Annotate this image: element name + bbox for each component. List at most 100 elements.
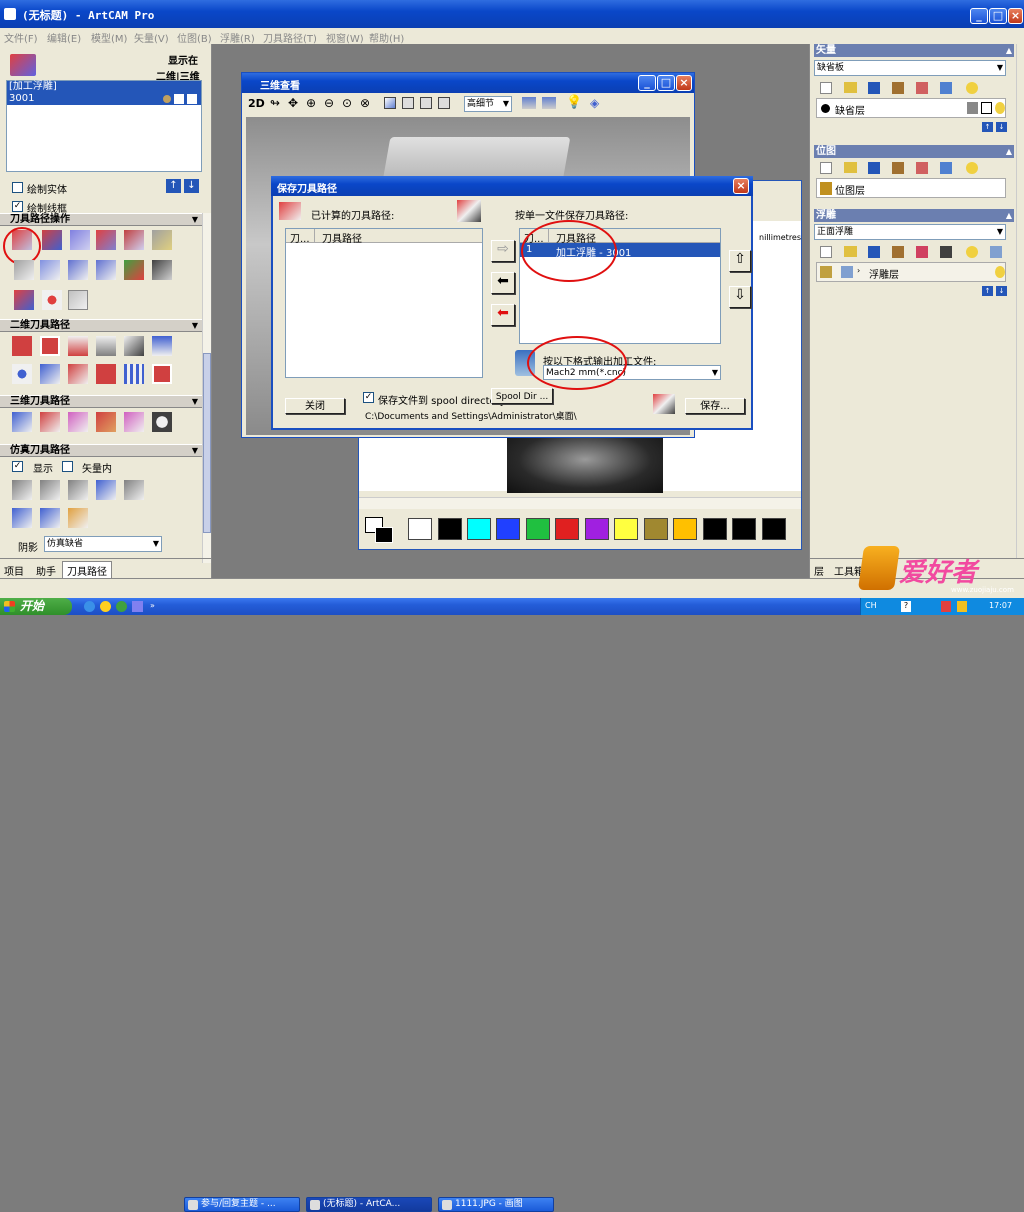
merge-layer-icon[interactable] <box>916 82 928 94</box>
toolpath-list-icon[interactable] <box>152 230 172 250</box>
machine-relief-icon[interactable] <box>12 412 32 432</box>
new-relief-icon[interactable] <box>820 246 832 258</box>
transform-toolpath-icon[interactable] <box>124 230 144 250</box>
visibility-icon[interactable] <box>981 102 992 114</box>
open-bitmap-icon[interactable] <box>844 162 857 173</box>
zoom-out-icon[interactable]: ⊖ <box>324 96 334 110</box>
rest-machining-icon[interactable] <box>68 412 88 432</box>
vbit-carve-icon[interactable] <box>96 336 116 356</box>
light-bulb-icon[interactable] <box>995 102 1005 114</box>
spiral-icon[interactable] <box>12 364 32 384</box>
view3d-minimize-button[interactable]: _ <box>638 75 656 91</box>
rotary-icon[interactable] <box>152 260 172 280</box>
move-down-arrow-button[interactable]: ⇩ <box>729 286 751 308</box>
zlevel-roughing-icon[interactable] <box>40 412 60 432</box>
relief-settings-icon[interactable] <box>990 246 1002 258</box>
move-down-button[interactable]: ↓ <box>184 179 199 193</box>
open-relief-icon[interactable] <box>844 246 857 257</box>
calc-toolpath-list[interactable]: 刀... 刀具路径 <box>285 228 483 378</box>
block-copy-icon[interactable] <box>96 260 116 280</box>
spool-checkbox[interactable]: ✓ <box>363 392 374 403</box>
front-view-icon[interactable] <box>420 97 432 109</box>
left-scrollbar[interactable] <box>202 213 211 563</box>
menu-model[interactable]: 模型(M) <box>91 30 127 45</box>
taskbar-item-paint[interactable]: 1111.JPG - 画图 <box>438 1197 554 1212</box>
fg-bg-color-selector[interactable] <box>365 517 395 545</box>
expand-arrow-icon[interactable]: › <box>857 266 860 275</box>
light-bulb-icon[interactable] <box>995 266 1005 278</box>
block-edit-icon[interactable] <box>68 260 88 280</box>
light-bulb-icon[interactable] <box>966 162 978 174</box>
relief-mode-icon[interactable] <box>841 266 853 278</box>
copy-layer-icon[interactable] <box>892 82 904 94</box>
toolpath-wrap-icon[interactable] <box>124 260 144 280</box>
palette-swatch-8[interactable] <box>614 518 638 540</box>
relief-down-button[interactable]: ↓ <box>996 286 1007 296</box>
view3d-close-button[interactable]: × <box>676 75 692 91</box>
material-setup-icon[interactable] <box>14 260 34 280</box>
engrave-icon[interactable] <box>124 336 144 356</box>
taskbar-item-forum[interactable]: 参与/回复主题 - ... <box>184 1197 300 1212</box>
view-2d-button[interactable]: 2D <box>248 97 265 110</box>
drill-icon[interactable] <box>68 336 88 356</box>
save-bitmap-icon[interactable] <box>868 162 880 174</box>
pan-icon[interactable]: ↬ <box>270 96 280 110</box>
menu-relief[interactable]: 浮雕(R) <box>220 30 255 45</box>
show-2d-checkbox[interactable] <box>174 94 184 104</box>
grid-toolpath-icon[interactable] <box>42 290 62 310</box>
add-all-arrow-button[interactable]: ⬅ <box>491 272 515 294</box>
tab-project[interactable]: 项目 <box>4 563 24 578</box>
quicklaunch-ie-icon[interactable] <box>84 601 95 612</box>
section-sim-toolpaths[interactable]: 仿真刀具路径 ▼ <box>0 444 202 457</box>
side-view-icon[interactable] <box>438 97 450 109</box>
tray-icon[interactable] <box>941 601 951 612</box>
feature-machining-icon[interactable] <box>96 412 116 432</box>
zoom-window-icon[interactable]: ⊗ <box>360 96 370 110</box>
draw-wire-checkbox[interactable]: ✓ <box>12 201 23 212</box>
new-bitmap-icon[interactable] <box>820 162 832 174</box>
copy-bitmap-icon[interactable] <box>892 162 904 174</box>
tab-layers[interactable]: 层 <box>814 563 824 578</box>
palette-swatch-13[interactable] <box>762 518 786 540</box>
show-checkbox[interactable]: ✓ <box>12 461 23 472</box>
remove-arrow-button[interactable]: ⬅ <box>491 304 515 326</box>
dialog-close-button[interactable]: × <box>733 178 749 194</box>
zoom-in-icon[interactable]: ⊕ <box>306 96 316 110</box>
section-3d-toolpaths[interactable]: 三维刀具路径 ▼ <box>0 395 202 408</box>
smooth-icon[interactable] <box>40 364 60 384</box>
in-vector-checkbox[interactable] <box>62 461 73 472</box>
bevel-icon[interactable] <box>152 364 172 384</box>
quicklaunch-media-icon[interactable] <box>100 601 111 612</box>
detail-select[interactable]: 高细节 ▼ <box>464 96 512 112</box>
scroll-thumb[interactable] <box>203 353 211 533</box>
iso-view-icon[interactable] <box>384 97 396 109</box>
paste-bitmap-icon[interactable] <box>916 162 928 174</box>
palette-swatch-11[interactable] <box>703 518 727 540</box>
palette-swatch-1[interactable] <box>408 518 432 540</box>
list-header[interactable]: [加工浮雕] <box>7 81 201 93</box>
visibility-icon[interactable] <box>163 95 171 103</box>
draw-solid-checkbox[interactable] <box>12 182 23 193</box>
bitmap-layer-label[interactable]: 位图层 <box>835 182 865 197</box>
chevron-up-icon[interactable]: ▲ <box>1006 145 1012 158</box>
tab-toolpaths[interactable]: 刀具路径 <box>62 561 112 579</box>
tile-toolpath-icon[interactable] <box>14 290 34 310</box>
palette-swatch-10[interactable] <box>673 518 697 540</box>
tab-assistant[interactable]: 助手 <box>36 563 56 578</box>
palette-swatch-3[interactable] <box>467 518 491 540</box>
move-icon[interactable]: ✥ <box>288 96 298 110</box>
toolpath-info-icon[interactable] <box>42 230 62 250</box>
open-icon[interactable] <box>844 82 857 93</box>
light-bulb-icon[interactable] <box>966 82 978 94</box>
3d-search-icon[interactable] <box>152 412 172 432</box>
vector-layer-label[interactable]: 缺省层 <box>835 102 865 117</box>
sim-reset-icon[interactable] <box>124 480 144 500</box>
palette-swatch-5[interactable] <box>526 518 550 540</box>
menu-toolpath[interactable]: 刀具路径(T) <box>263 30 317 45</box>
palette-swatch-12[interactable] <box>732 518 756 540</box>
top-view-icon[interactable] <box>402 97 414 109</box>
spool-dir-button[interactable]: Spool Dir ... <box>491 388 553 404</box>
close-button[interactable]: × <box>1008 8 1023 24</box>
texture-icon[interactable] <box>96 364 116 384</box>
add-arrow-button[interactable]: ⇨ <box>491 240 515 262</box>
